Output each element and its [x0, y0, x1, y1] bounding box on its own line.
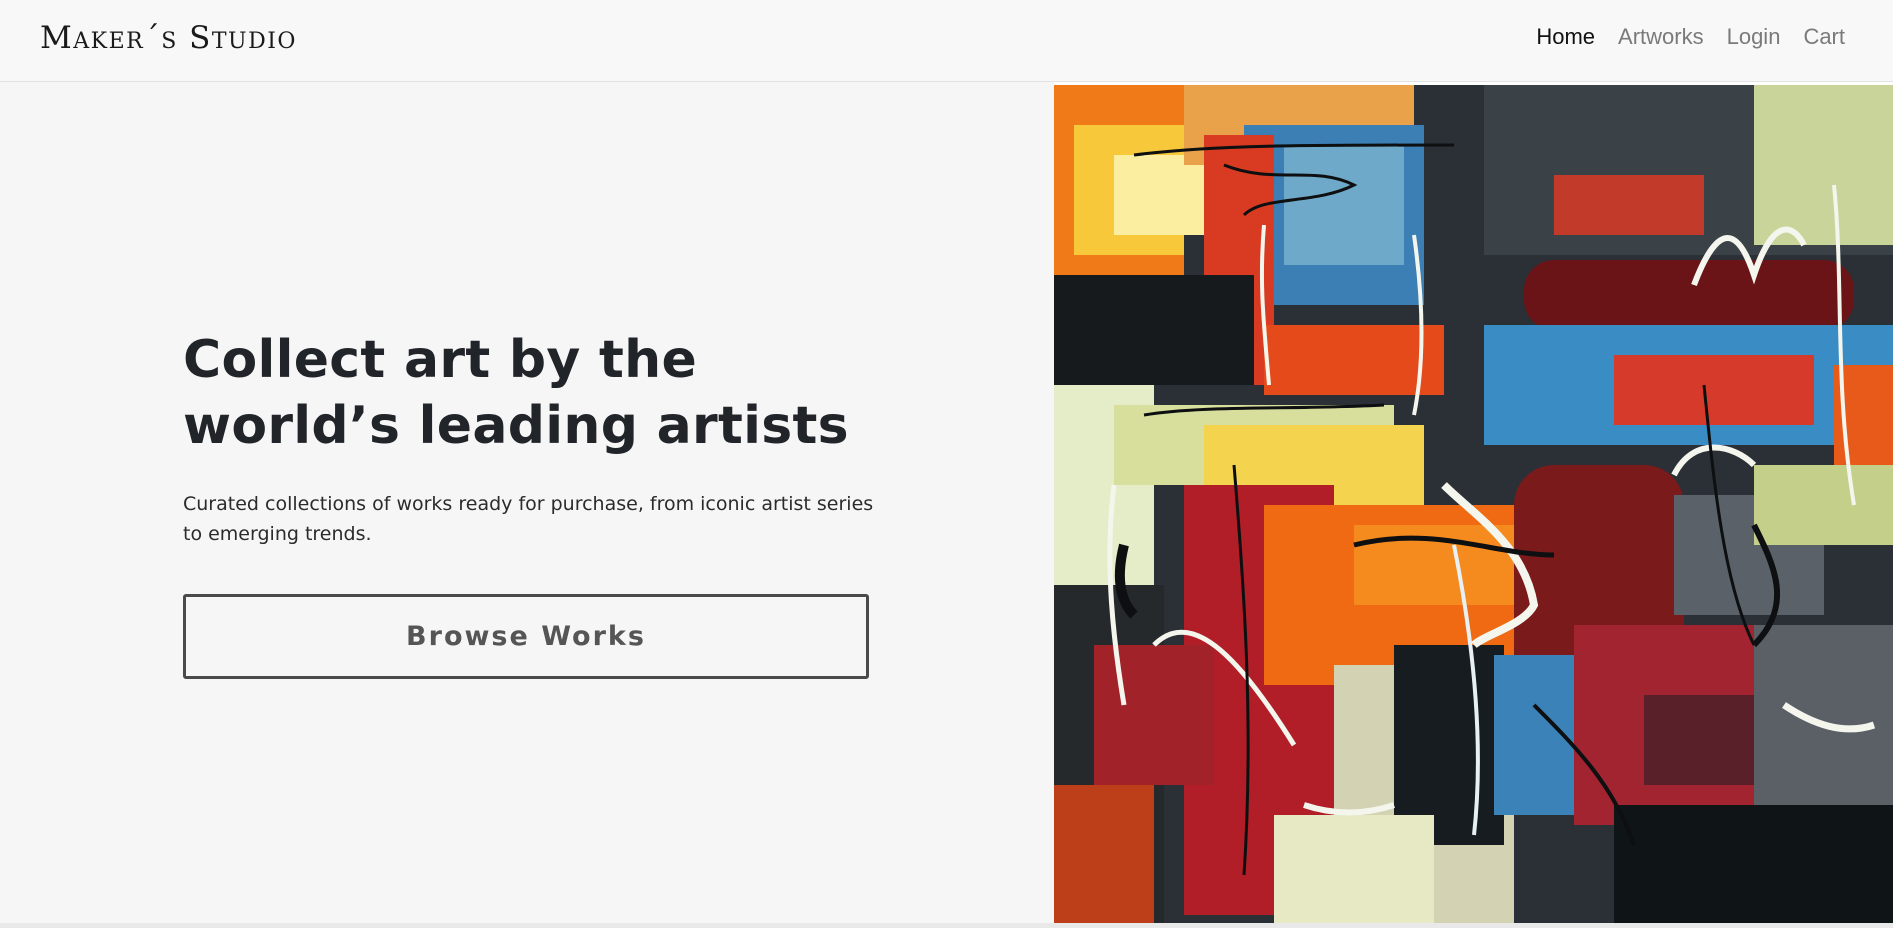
- page-bottom-divider: [0, 923, 1893, 928]
- hero-headline: Collect art by the world’s leading artis…: [183, 330, 849, 456]
- nav-cart-link[interactable]: Cart: [1803, 24, 1845, 50]
- nav-artworks-link[interactable]: Artworks: [1618, 24, 1704, 50]
- nav-links: Home Artworks Login Cart: [1536, 24, 1845, 50]
- abstract-painting-art: [1054, 85, 1893, 923]
- hero-subtitle: Curated collections of works ready for p…: [183, 493, 874, 545]
- nav-login-link[interactable]: Login: [1727, 24, 1781, 50]
- brand-logo[interactable]: Maker´s Studio: [40, 20, 297, 56]
- hero-section: Collect art by the world’s leading artis…: [0, 82, 1054, 923]
- navbar: Maker´s Studio Home Artworks Login Cart: [0, 0, 1893, 82]
- nav-home-link[interactable]: Home: [1536, 24, 1595, 50]
- browse-works-button[interactable]: Browse Works: [183, 594, 869, 679]
- abstract-painting-image: [1054, 85, 1893, 923]
